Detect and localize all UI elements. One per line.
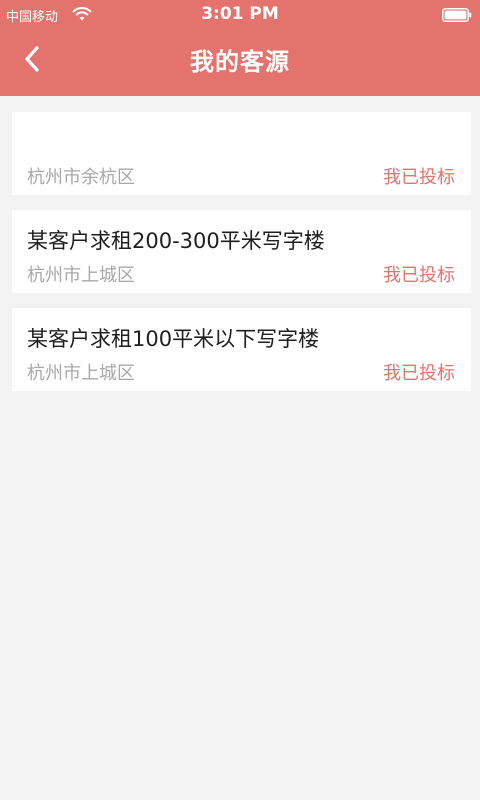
status-bar: 中国移动 3:01 PM bbox=[0, 0, 480, 30]
listing-location: 杭州市余杭区 bbox=[27, 167, 135, 188]
listing-card[interactable]: 某客户求租200-300平米写字楼 杭州市上城区 我已投标 bbox=[12, 210, 471, 293]
nav-bar: 我的客源 bbox=[0, 30, 480, 96]
listing-location: 杭州市上城区 bbox=[27, 265, 135, 286]
bid-status: 我已投标 bbox=[383, 363, 455, 384]
bid-status: 我已投标 bbox=[383, 265, 455, 286]
bid-status: 我已投标 bbox=[383, 167, 455, 188]
listing-card[interactable]: 杭州市余杭区 我已投标 bbox=[12, 112, 471, 195]
listing-title: 某客户求租100平米以下写字楼 bbox=[27, 327, 320, 351]
listing-card[interactable]: 某客户求租100平米以下写字楼 杭州市上城区 我已投标 bbox=[12, 308, 471, 391]
listing-title: 某客户求租200-300平米写字楼 bbox=[27, 229, 325, 253]
page-title: 我的客源 bbox=[190, 48, 290, 76]
top-bar: 中国移动 3:01 PM 我的客源 bbox=[0, 0, 480, 96]
listing-list: 杭州市余杭区 我已投标 某客户求租200-300平米写字楼 杭州市上城区 我已投… bbox=[12, 112, 471, 406]
listing-location: 杭州市上城区 bbox=[27, 363, 135, 384]
status-time: 3:01 PM bbox=[201, 4, 279, 24]
battery-icon bbox=[442, 8, 472, 22]
